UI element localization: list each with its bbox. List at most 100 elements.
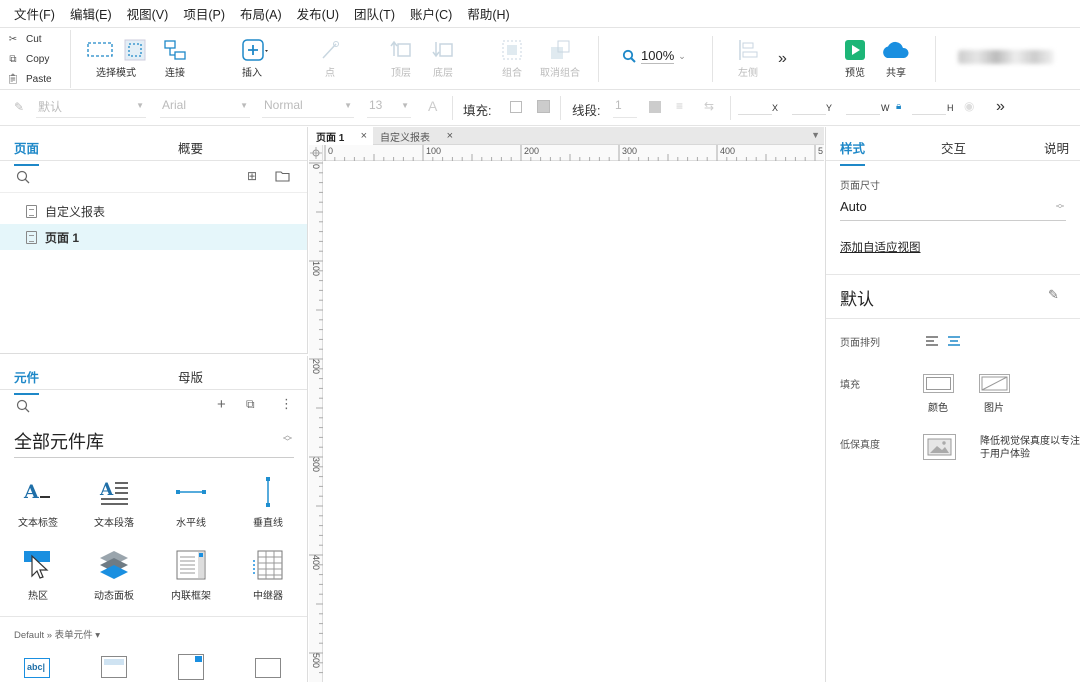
listbox-widget-icon[interactable] xyxy=(255,658,281,678)
library-select[interactable]: 全部元件库 ︿ ﹀ xyxy=(14,428,294,458)
tab-widgets[interactable]: 元件 xyxy=(14,367,40,395)
image-icon xyxy=(927,438,952,456)
edit-style-icon[interactable]: ✎ xyxy=(1048,287,1059,303)
tab-outline[interactable]: 概要 xyxy=(178,138,203,157)
library-stack-icon[interactable]: ⧉ xyxy=(246,397,255,412)
vertical-ruler[interactable]: 0 100 200 300 400 500 xyxy=(309,161,323,682)
updown-icon: ︿ ﹀ xyxy=(282,430,292,447)
share-button[interactable]: 共享 xyxy=(866,36,926,79)
widget-text-paragraph[interactable]: A 文本段落 xyxy=(76,474,152,529)
add-adaptive-view-link[interactable]: 添加自适应视图 xyxy=(840,239,921,255)
select-mode-button[interactable]: 选择模式 xyxy=(80,36,152,79)
folder-icon[interactable] xyxy=(275,170,290,182)
tab-pages[interactable]: 页面 xyxy=(14,138,40,166)
textarea-widget-icon[interactable] xyxy=(101,656,127,678)
format-bar: ✎ 默认 ▼ Arial ▼ Normal ▼ 13 ▼ A 填充: 线段: 1 ≡ ⇆… xyxy=(0,90,1080,126)
paste-button[interactable]: 📋︎ Paste xyxy=(6,69,70,89)
bottom-layer-button[interactable]: 底层 xyxy=(413,36,473,79)
add-page-icon[interactable]: ⊞ xyxy=(247,169,257,183)
zoom-value: 100% xyxy=(641,48,675,64)
ungroup-icon xyxy=(530,36,590,64)
menu-view[interactable]: 视图(V) xyxy=(127,4,169,23)
low-fidelity-toggle[interactable] xyxy=(923,434,956,460)
menu-team[interactable]: 团队(T) xyxy=(354,4,395,23)
crosshair-icon xyxy=(310,147,322,159)
more-vertical-icon[interactable]: ⋮ xyxy=(280,396,293,412)
zoom-control[interactable]: 100% ⌄ xyxy=(622,46,692,66)
text-field-widget-icon[interactable]: abc| xyxy=(24,658,50,678)
point-button[interactable]: 点 xyxy=(300,36,360,79)
y-input[interactable] xyxy=(792,114,826,115)
page-size-select[interactable]: Auto ︿ ﹀ xyxy=(840,199,1066,221)
eye-icon[interactable]: ◉ xyxy=(964,99,974,113)
line-width-input[interactable]: 1 xyxy=(613,98,637,118)
menu-account[interactable]: 账户(C) xyxy=(410,4,452,23)
line-pattern-icon[interactable]: ≡ xyxy=(676,99,683,113)
widget-inline-frame[interactable]: 内联框架 xyxy=(153,547,229,602)
style-edit-icon[interactable]: ✎ xyxy=(14,100,24,114)
menu-file[interactable]: 文件(F) xyxy=(14,4,55,23)
tab-masters[interactable]: 母版 xyxy=(178,367,203,386)
droplist-widget-icon[interactable] xyxy=(178,654,204,680)
menu-help[interactable]: 帮助(H) xyxy=(467,4,509,23)
menu-publish[interactable]: 发布(U) xyxy=(297,4,339,23)
widget-vertical-line[interactable]: 垂直线 xyxy=(230,474,306,529)
horizontal-ruler[interactable]: 0 100 200 300 400 5 xyxy=(323,145,824,161)
tabs-dropdown-icon[interactable]: ▼ xyxy=(811,130,820,140)
tab-style[interactable]: 样式 xyxy=(840,138,866,166)
arrow-style-icon[interactable]: ⇆ xyxy=(704,99,714,113)
fill-shadow-swatch[interactable] xyxy=(537,100,550,113)
widget-repeater[interactable]: 中继器 xyxy=(230,547,306,602)
menu-arrange[interactable]: 布局(A) xyxy=(240,4,282,23)
close-icon[interactable]: × xyxy=(447,130,453,142)
widget-dynamic-panel[interactable]: 动态面板 xyxy=(76,547,152,602)
tab-custom-report[interactable]: 自定义报表 × xyxy=(373,127,459,145)
h-input[interactable] xyxy=(912,114,946,115)
close-icon[interactable]: × xyxy=(361,130,367,142)
library-section-label[interactable]: Default » 表单元件 ▾ xyxy=(14,627,100,641)
account-avatar[interactable] xyxy=(958,50,1054,64)
font-weight-select[interactable]: Normal ▼ xyxy=(262,98,354,118)
connect-button[interactable]: 连接 xyxy=(145,36,205,79)
tab-interactions[interactable]: 交互 xyxy=(941,138,966,157)
tab-page1[interactable]: 页面 1 × xyxy=(309,127,373,145)
tab-notes[interactable]: 说明 xyxy=(1044,138,1069,157)
fill-image-button[interactable] xyxy=(979,374,1010,393)
copy-button[interactable]: ⧉ Copy xyxy=(6,49,70,69)
search-icon[interactable] xyxy=(16,399,30,413)
font-color-button[interactable]: A xyxy=(428,98,437,114)
insert-button[interactable]: 插入 xyxy=(222,36,282,79)
menu-project[interactable]: 项目(P) xyxy=(183,4,225,23)
font-family-select[interactable]: Arial ▼ xyxy=(160,98,250,118)
align-left-button[interactable]: 左侧 xyxy=(718,36,778,79)
page-item-page1[interactable]: 页面 1 xyxy=(0,224,307,250)
menu-edit[interactable]: 编辑(E) xyxy=(70,4,112,23)
line-color-swatch[interactable] xyxy=(649,101,661,113)
w-input[interactable] xyxy=(846,114,880,115)
widget-hotspot[interactable]: 热区 xyxy=(0,547,76,602)
align-left-icon[interactable] xyxy=(925,335,939,347)
widget-horizontal-line[interactable]: 水平线 xyxy=(153,474,229,529)
select-mode-icon xyxy=(80,36,152,64)
copy-icon: ⧉ xyxy=(9,53,17,65)
more-format-icon[interactable]: » xyxy=(996,98,1005,116)
cloud-icon xyxy=(866,36,926,64)
search-icon xyxy=(622,49,636,63)
cut-button[interactable]: ✂ Cut xyxy=(6,29,70,49)
menu-bar: 文件(F) 编辑(E) 视图(V) 项目(P) 布局(A) 发布(U) 团队(T… xyxy=(0,0,1080,28)
design-canvas[interactable] xyxy=(324,162,824,682)
add-library-icon[interactable]: + xyxy=(217,396,226,413)
x-input[interactable] xyxy=(738,114,772,115)
widget-text-label[interactable]: A 文本标签 xyxy=(0,474,76,529)
font-size-select[interactable]: 13 ▼ xyxy=(367,98,411,118)
fill-color-button[interactable] xyxy=(923,374,954,393)
more-toolbar-icon[interactable]: » xyxy=(778,50,787,68)
lock-icon[interactable]: 🔒︎ xyxy=(896,101,901,112)
ungroup-button[interactable]: 取消组合 xyxy=(530,36,590,79)
search-icon[interactable] xyxy=(16,170,30,184)
fill-color-swatch[interactable] xyxy=(510,101,522,113)
align-center-icon[interactable] xyxy=(947,335,961,347)
ruler-origin[interactable] xyxy=(309,145,323,161)
page-item-custom-report[interactable]: 自定义报表 xyxy=(0,198,307,224)
style-select[interactable]: 默认 ▼ xyxy=(36,98,146,118)
